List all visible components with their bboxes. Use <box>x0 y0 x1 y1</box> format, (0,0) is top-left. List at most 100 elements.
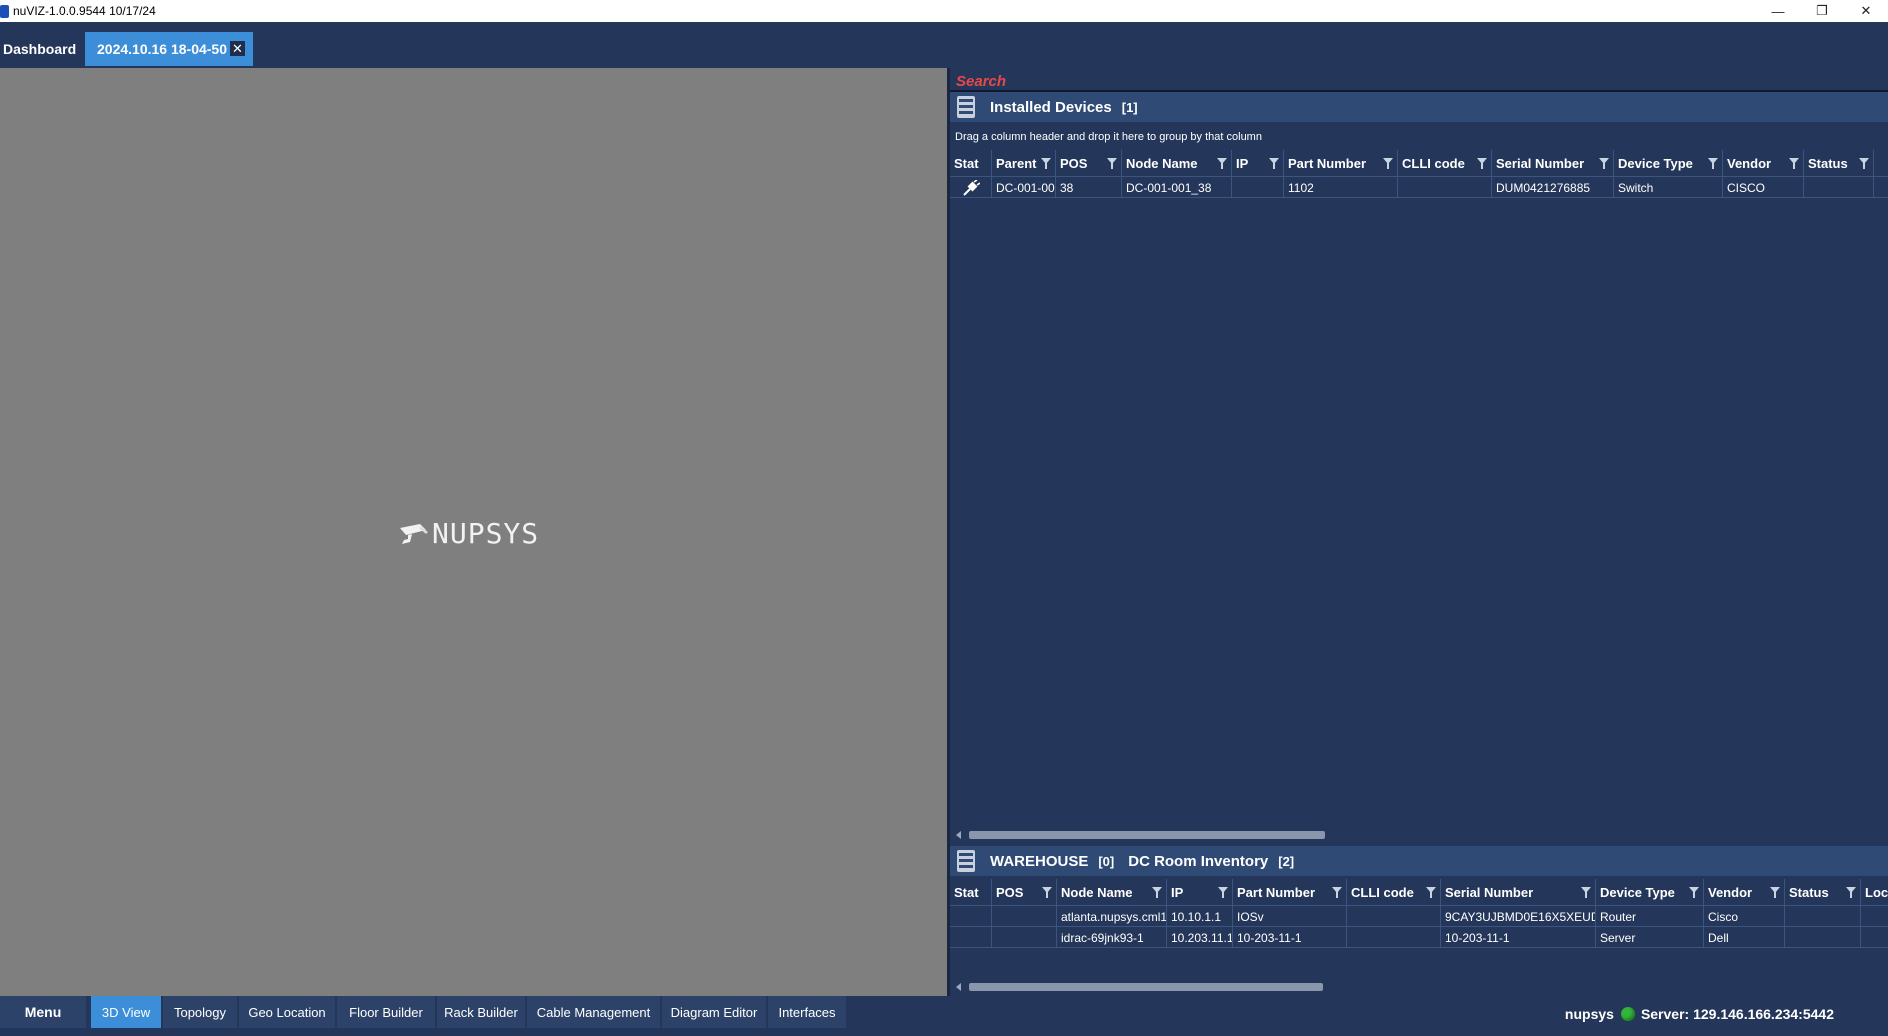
cell-serial-number: 10-203-11-1 <box>1441 927 1596 948</box>
menu-button[interactable]: Menu <box>0 996 86 1028</box>
cell-part-number: IOSv <box>1233 906 1347 927</box>
col-header-location[interactable]: Loc <box>1861 879 1888 906</box>
scroll-left-icon[interactable] <box>956 831 961 839</box>
cell-node-name: DC-001-001_38 <box>1122 177 1232 198</box>
col-header-clli-code[interactable]: CLLI code <box>1398 150 1492 177</box>
tab-dashboard[interactable]: Dashboard <box>0 32 84 66</box>
dc-room-inventory-count: [2] <box>1278 853 1295 869</box>
filter-icon[interactable] <box>1269 158 1279 169</box>
col-header-device-type[interactable]: Device Type <box>1614 150 1723 177</box>
inventory-pane: Search Installed Devices [1] Drag a colu… <box>950 68 1888 996</box>
warehouse-horizontal-scrollbar[interactable] <box>950 980 1888 994</box>
cell-vendor: CISCO <box>1723 177 1804 198</box>
cell-part-number: 1102 <box>1284 177 1398 198</box>
filter-icon[interactable] <box>1789 158 1799 169</box>
filter-icon[interactable] <box>1041 158 1051 169</box>
installed-horizontal-scrollbar[interactable] <box>950 828 1888 842</box>
tab-close-icon[interactable]: ✕ <box>230 41 245 56</box>
scroll-thumb[interactable] <box>969 831 1325 839</box>
filter-icon[interactable] <box>1477 158 1487 169</box>
cell-stat <box>950 906 992 927</box>
cell-node-name: idrac-69jnk93-1 <box>1057 927 1167 948</box>
table-row[interactable]: DC-001-001 38 DC-001-001_38 1102 DUM0421… <box>950 177 1888 198</box>
warehouse-title: WAREHOUSE <box>990 852 1089 870</box>
cell-location <box>1861 927 1888 948</box>
filter-icon[interactable] <box>1846 887 1856 898</box>
scroll-left-icon[interactable] <box>956 983 961 991</box>
cell-vendor: Dell <box>1704 927 1785 948</box>
filter-icon[interactable] <box>1581 887 1591 898</box>
installed-devices-header: Installed Devices [1] <box>950 92 1888 122</box>
3d-viewport[interactable]: NUPSYS <box>0 68 947 996</box>
col-header-clli-code[interactable]: CLLI code <box>1347 879 1441 906</box>
col-header-parent[interactable]: Parent <box>992 150 1056 177</box>
col-header-part-number[interactable]: Part Number <box>1233 879 1347 906</box>
restore-button[interactable]: ❐ <box>1800 0 1844 22</box>
search-label[interactable]: Search <box>956 73 1006 90</box>
installed-devices-grid: Stat Parent POS Node Name IP Part Number… <box>950 150 1888 198</box>
grid-header: Stat Parent POS Node Name IP Part Number… <box>950 150 1888 177</box>
filter-icon[interactable] <box>1332 887 1342 898</box>
tab-cable-management[interactable]: Cable Management <box>527 996 660 1028</box>
server-address: Server: 129.146.166.234:5442 <box>1640 1006 1834 1022</box>
cell-clli-code <box>1347 906 1441 927</box>
tab-diagram-editor[interactable]: Diagram Editor <box>662 996 766 1028</box>
cell-device-type: Switch <box>1614 177 1723 198</box>
filter-icon[interactable] <box>1770 887 1780 898</box>
col-header-vendor[interactable]: Vendor <box>1723 150 1804 177</box>
col-header-stat[interactable]: Stat <box>950 879 992 906</box>
tab-active-label: 2024.10.16 18-04-50 <box>97 41 227 57</box>
table-row[interactable]: atlanta.nupsys.cml1 10.10.1.1 IOSv 9CAY3… <box>950 906 1888 927</box>
plug-icon <box>962 179 980 196</box>
col-header-ip[interactable]: IP <box>1232 150 1284 177</box>
grid-header: Stat POS Node Name IP Part Number CLLI c… <box>950 879 1888 906</box>
filter-icon[interactable] <box>1218 887 1228 898</box>
cell-node-name: atlanta.nupsys.cml1 <box>1057 906 1167 927</box>
online-status-icon <box>1620 1007 1635 1021</box>
col-header-part-number[interactable]: Part Number <box>1284 150 1398 177</box>
tab-topology[interactable]: Topology <box>163 996 237 1028</box>
col-header-stat[interactable]: Stat <box>950 150 992 177</box>
tab-3d-view[interactable]: 3D View <box>91 996 161 1028</box>
col-header-ip[interactable]: IP <box>1167 879 1233 906</box>
tab-geo-location[interactable]: Geo Location <box>239 996 335 1028</box>
scroll-thumb[interactable] <box>969 983 1323 991</box>
col-header-vendor[interactable]: Vendor <box>1704 879 1785 906</box>
filter-icon[interactable] <box>1107 158 1117 169</box>
cell-stat <box>950 927 992 948</box>
filter-icon[interactable] <box>1859 158 1869 169</box>
col-header-node-name[interactable]: Node Name <box>1122 150 1232 177</box>
filter-icon[interactable] <box>1426 887 1436 898</box>
tab-floor-builder[interactable]: Floor Builder <box>337 996 435 1028</box>
close-window-button[interactable]: ✕ <box>1844 0 1888 22</box>
filter-icon[interactable] <box>1383 158 1393 169</box>
col-header-serial-number[interactable]: Serial Number <box>1441 879 1596 906</box>
minimize-button[interactable]: — <box>1756 0 1800 22</box>
col-header-status[interactable]: Status <box>1804 150 1874 177</box>
document-tabbar: Dashboard 2024.10.16 18-04-50 ✕ <box>0 22 1888 68</box>
group-by-hint[interactable]: Drag a column header and drop it here to… <box>955 131 1262 143</box>
warehouse-header: WAREHOUSE [0] DC Room Inventory [2] <box>950 846 1888 876</box>
col-header-pos[interactable]: POS <box>1056 150 1122 177</box>
col-header-device-type[interactable]: Device Type <box>1596 879 1704 906</box>
filter-icon[interactable] <box>1689 887 1699 898</box>
filter-icon[interactable] <box>1599 158 1609 169</box>
col-header-node-name[interactable]: Node Name <box>1057 879 1167 906</box>
tab-interfaces[interactable]: Interfaces <box>768 996 846 1028</box>
filter-icon[interactable] <box>1217 158 1227 169</box>
cell-clli-code <box>1347 927 1441 948</box>
table-row[interactable]: idrac-69jnk93-1 10.203.11.1 10-203-11-1 … <box>950 927 1888 948</box>
col-header-status[interactable]: Status <box>1785 879 1861 906</box>
cell-status <box>1804 177 1874 198</box>
col-header-serial-number[interactable]: Serial Number <box>1492 150 1614 177</box>
filter-icon[interactable] <box>1152 887 1162 898</box>
cell-location <box>1861 906 1888 927</box>
cell-clli-code <box>1398 177 1492 198</box>
cell-status <box>1785 927 1861 948</box>
cell-serial-number: DUM0421276885 <box>1492 177 1614 198</box>
tab-active-session[interactable]: 2024.10.16 18-04-50 ✕ <box>85 32 253 66</box>
filter-icon[interactable] <box>1042 887 1052 898</box>
tab-rack-builder[interactable]: Rack Builder <box>437 996 525 1028</box>
col-header-pos[interactable]: POS <box>992 879 1057 906</box>
filter-icon[interactable] <box>1708 158 1718 169</box>
